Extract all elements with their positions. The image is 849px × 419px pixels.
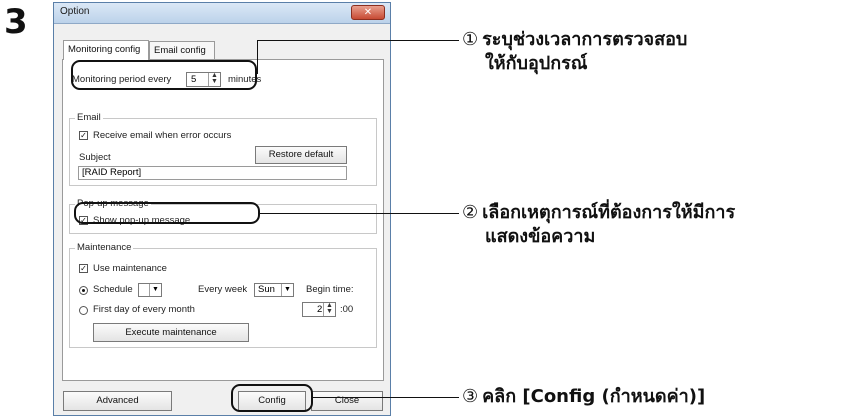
- subject-label: Subject: [79, 152, 111, 163]
- callout-2-line-2: แสดงข้อความ: [485, 226, 596, 247]
- schedule-label: Schedule: [93, 284, 133, 295]
- email-group: Email ✓ Receive email when error occurs …: [69, 112, 377, 186]
- close-icon[interactable]: ✕: [351, 5, 385, 20]
- leader-line-1: [257, 40, 459, 41]
- day-select[interactable]: Sun ▼: [254, 283, 294, 297]
- restore-default-button[interactable]: Restore default: [255, 146, 347, 164]
- maintenance-group-label: Maintenance: [75, 242, 134, 253]
- use-maintenance-label: Use maintenance: [93, 263, 167, 274]
- first-day-radio[interactable]: [79, 306, 88, 315]
- use-maintenance-checkbox[interactable]: ✓: [79, 264, 88, 273]
- schedule-radio[interactable]: [79, 286, 88, 295]
- callout-2-number: ②: [462, 202, 479, 223]
- step-number: 3: [4, 2, 28, 42]
- chevron-down-icon[interactable]: ▼: [149, 284, 161, 296]
- begin-time-label: Begin time:: [306, 284, 354, 295]
- receive-email-label: Receive email when error occurs: [93, 130, 232, 141]
- dialog-title: Option: [60, 6, 90, 17]
- highlight-monitoring-period: [71, 60, 257, 90]
- highlight-show-popup: [74, 202, 260, 224]
- leader-line-2: [260, 213, 459, 214]
- hour-value: 2: [317, 304, 323, 315]
- schedule-select[interactable]: ▼: [138, 283, 162, 297]
- callout-2: ② เลือกเหตุการณ์ที่ต้องการให้มีการ แสดงข้…: [462, 201, 735, 249]
- close-button[interactable]: Close: [311, 391, 383, 411]
- callout-1-line-2: ให้กับอุปกรณ์: [485, 53, 588, 74]
- chevron-down-icon[interactable]: ▼: [281, 284, 293, 296]
- execute-maintenance-button[interactable]: Execute maintenance: [93, 323, 249, 342]
- hour-stepper[interactable]: 2 ▲ ▼: [302, 302, 336, 317]
- highlight-config-button: [231, 384, 313, 412]
- tab-monitoring-config[interactable]: Monitoring config: [63, 40, 149, 60]
- callout-1: ① ระบุช่วงเวลาการตรวจสอบ ให้กับอุปกรณ์: [462, 28, 687, 76]
- callout-3: ③ คลิก [Config (กำหนดค่า)]: [462, 385, 705, 409]
- subject-field[interactable]: [RAID Report]: [78, 166, 347, 180]
- maintenance-group: Maintenance ✓ Use maintenance Schedule ▼…: [69, 242, 377, 348]
- spinner-arrows-icon[interactable]: ▲ ▼: [323, 302, 335, 316]
- leader-line-1-vertical: [257, 40, 258, 74]
- receive-email-checkbox[interactable]: ✓: [79, 131, 88, 140]
- leader-line-3: [313, 397, 459, 398]
- tab-email-config[interactable]: Email config: [149, 41, 215, 59]
- email-group-label: Email: [75, 112, 103, 123]
- minute-suffix: :00: [340, 304, 354, 315]
- callout-1-line-1: ระบุช่วงเวลาการตรวจสอบ: [482, 29, 688, 50]
- callout-2-line-1: เลือกเหตุการณ์ที่ต้องการให้มีการ: [482, 202, 736, 223]
- callout-3-number: ③: [462, 386, 479, 407]
- every-week-label: Every week: [198, 284, 248, 295]
- callout-3-line-1: คลิก [Config (กำหนดค่า)]: [482, 386, 706, 407]
- dialog-titlebar: Option ✕: [54, 3, 390, 24]
- first-day-label: First day of every month: [93, 304, 195, 315]
- advanced-button[interactable]: Advanced: [63, 391, 172, 411]
- callout-1-number: ①: [462, 29, 479, 50]
- day-select-value: Sun: [258, 284, 275, 295]
